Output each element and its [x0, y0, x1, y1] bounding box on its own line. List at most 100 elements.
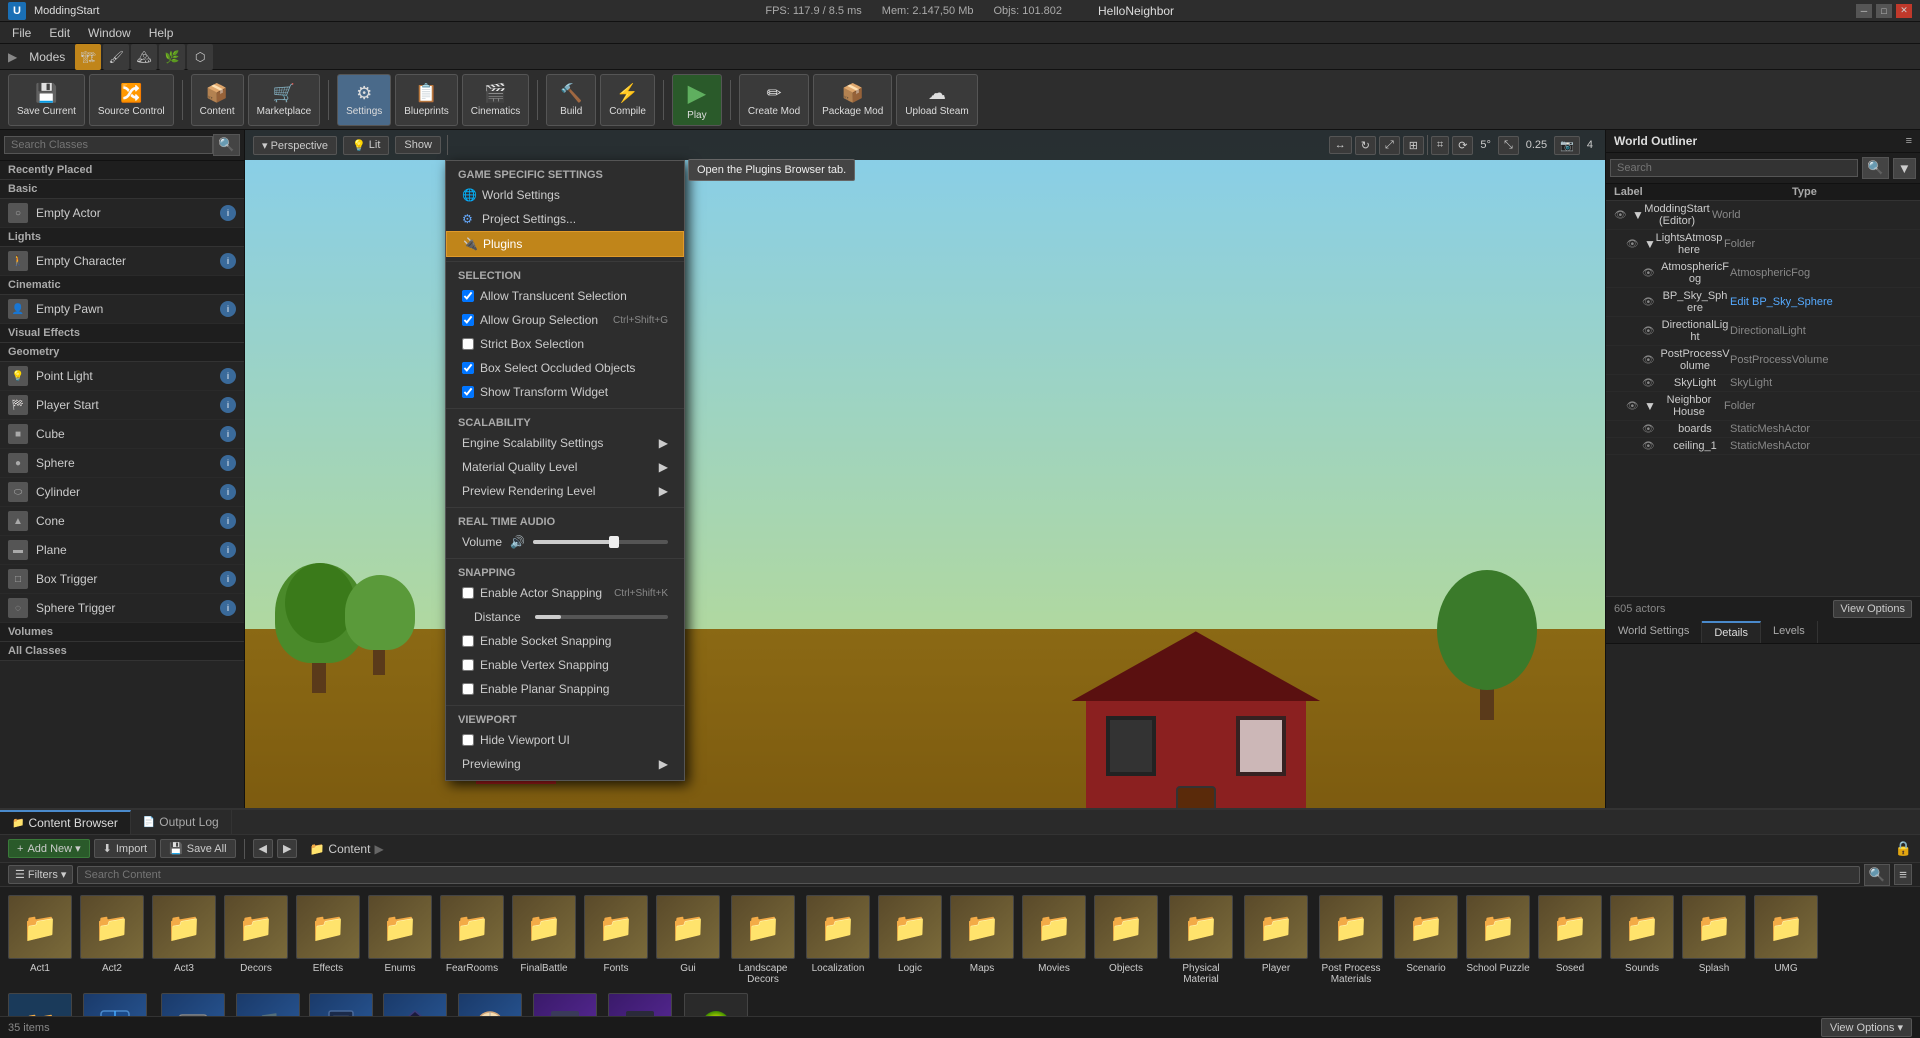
- outliner-atmospheric-fog[interactable]: 👁 AtmosphericFog AtmosphericFog: [1606, 259, 1920, 288]
- empty-actor-item[interactable]: ○ Empty Actor i: [0, 199, 244, 228]
- enable-socket-checkbox[interactable]: [462, 635, 474, 647]
- engine-scalability-item[interactable]: Engine Scalability Settings▶: [446, 431, 684, 455]
- bp-game-mode-item[interactable]: BP_Game Mode: [158, 993, 228, 1016]
- content-search-input[interactable]: [77, 866, 1859, 884]
- maximize-button[interactable]: □: [1876, 4, 1892, 18]
- show-transform-item[interactable]: Show Transform Widget: [446, 380, 684, 404]
- box-select-occluded-checkbox[interactable]: [462, 362, 474, 374]
- snap-rotate-button[interactable]: ⟳: [1452, 136, 1473, 155]
- point-light-item[interactable]: 💡 Point Light i: [0, 362, 244, 391]
- allow-group-item[interactable]: Allow Group Selection Ctrl+Shift+G: [446, 308, 684, 332]
- sphere-info[interactable]: i: [220, 455, 236, 471]
- folder-fearrooms[interactable]: 📁 FearRooms: [440, 895, 504, 974]
- outliner-search-button[interactable]: 🔍: [1862, 157, 1889, 179]
- create-mod-button[interactable]: ✏ Create Mod: [739, 74, 809, 126]
- outliner-boards[interactable]: 👁 boards StaticMeshActor: [1606, 421, 1920, 438]
- outliner-lights-atmosphere[interactable]: 👁 ▼ LightsAtmosphere Folder: [1606, 230, 1920, 259]
- folder-umg[interactable]: 📁 UMG: [1754, 895, 1818, 974]
- upload-steam-button[interactable]: ☁ Upload Steam: [896, 74, 977, 126]
- outliner-options-button[interactable]: ≡: [1906, 135, 1912, 147]
- enable-actor-checkbox[interactable]: [462, 587, 474, 599]
- details-tab[interactable]: Details: [1702, 621, 1761, 643]
- translate-button[interactable]: ↔: [1329, 136, 1352, 154]
- folder-act2[interactable]: 📁 Act2: [80, 895, 144, 974]
- source-control-button[interactable]: 🔀 Source Control: [89, 74, 174, 126]
- m-portal-item[interactable]: M M_Portal: [533, 993, 597, 1016]
- player-start-info[interactable]: i: [220, 397, 236, 413]
- folder-maps[interactable]: 📁 Maps: [950, 895, 1014, 974]
- allow-translucent-item[interactable]: Allow Translucent Selection: [446, 284, 684, 308]
- folder-landscape-decors[interactable]: 📁 Landscape Decors: [728, 895, 798, 985]
- geometry-mode-btn[interactable]: ⬡: [187, 44, 213, 70]
- outliner-post-process[interactable]: 👁 PostProcessVolume PostProcessVolume: [1606, 346, 1920, 375]
- empty-character-item[interactable]: 🚶 Empty Character i: [0, 247, 244, 276]
- outliner-bp-sky-sphere[interactable]: 👁 BP_Sky_Sphere Edit BP_Sky_Sphere: [1606, 288, 1920, 317]
- window-controls[interactable]: ─ □ ✕: [1856, 4, 1912, 18]
- search-classes-input[interactable]: [4, 136, 213, 154]
- save-current-button[interactable]: 💾 Save Current: [8, 74, 85, 126]
- play-button[interactable]: ▶ Play: [672, 74, 722, 126]
- folder-movies[interactable]: 📁 Movies: [1022, 895, 1086, 974]
- scale-button[interactable]: ⤢: [1379, 136, 1400, 155]
- folder-localization[interactable]: 📁 Localization: [806, 895, 870, 974]
- m-post-process-fear-item[interactable]: MPP M_Post Process Fear: [605, 993, 675, 1016]
- plugins-item[interactable]: 🔌 Plugins: [446, 231, 684, 257]
- outliner-directional-light[interactable]: 👁 DirectionalLight DirectionalLight: [1606, 317, 1920, 346]
- strict-box-checkbox[interactable]: [462, 338, 474, 350]
- folder-gui[interactable]: 📁 Gui: [656, 895, 720, 974]
- lights-category[interactable]: Lights: [0, 228, 244, 247]
- enable-planar-item[interactable]: Enable Planar Snapping: [446, 677, 684, 701]
- breadcrumb-content[interactable]: Content: [328, 842, 370, 856]
- marketplace-button[interactable]: 🛒 Marketplace: [248, 74, 320, 126]
- folder-enums[interactable]: 📁 Enums: [368, 895, 432, 974]
- project-settings-item[interactable]: ⚙ Project Settings...: [446, 207, 684, 231]
- folder-effects[interactable]: 📁 Effects: [296, 895, 360, 974]
- empty-actor-info[interactable]: i: [220, 205, 236, 221]
- levels-tab[interactable]: Levels: [1761, 621, 1818, 643]
- search-icon-button[interactable]: 🔍: [1864, 864, 1891, 886]
- box-select-occluded-item[interactable]: Box Select Occluded Objects: [446, 356, 684, 380]
- material-quality-item[interactable]: Material Quality Level▶: [446, 455, 684, 479]
- folder-scenario[interactable]: 📁 Scenario: [1394, 895, 1458, 974]
- show-button[interactable]: Show: [395, 136, 441, 154]
- import-button[interactable]: ⬇ Import: [94, 839, 156, 858]
- cone-info[interactable]: i: [220, 513, 236, 529]
- modes-button[interactable]: Modes: [23, 48, 71, 66]
- cube-item[interactable]: ■ Cube i: [0, 420, 244, 449]
- enable-vertex-checkbox[interactable]: [462, 659, 474, 671]
- folder-act1[interactable]: 📁 Act1: [8, 895, 72, 974]
- folder-logic[interactable]: 📁 Logic: [878, 895, 942, 974]
- folder-sosed[interactable]: 📁 Sosed: [1538, 895, 1602, 974]
- outliner-filter-button[interactable]: ▼: [1893, 158, 1916, 179]
- output-log-tab[interactable]: 📄 Output Log: [131, 810, 232, 834]
- player-start-item[interactable]: 🏁 Player Start i: [0, 391, 244, 420]
- enable-planar-checkbox[interactable]: [462, 683, 474, 695]
- allow-translucent-checkbox[interactable]: [462, 290, 474, 302]
- all-classes-category[interactable]: All Classes: [0, 642, 244, 661]
- minimize-button[interactable]: ─: [1856, 4, 1872, 18]
- basic-category[interactable]: Basic: [0, 180, 244, 199]
- save-all-button[interactable]: 💾 Save All: [160, 839, 235, 858]
- sphere-trigger-item[interactable]: ◌ Sphere Trigger i: [0, 594, 244, 623]
- menu-help[interactable]: Help: [141, 24, 182, 42]
- menu-edit[interactable]: Edit: [41, 24, 78, 42]
- content-browser-tab[interactable]: 📁 Content Browser: [0, 810, 131, 834]
- box-trigger-info[interactable]: i: [220, 571, 236, 587]
- search-classes-button[interactable]: 🔍: [213, 134, 240, 156]
- sphere-item[interactable]: ● Sphere i: [0, 449, 244, 478]
- enable-socket-item[interactable]: Enable Socket Snapping: [446, 629, 684, 653]
- outliner-modding-start[interactable]: 👁 ▼ ModdingStart (Editor) World: [1606, 201, 1920, 230]
- content-view-options-button[interactable]: View Options ▾: [1821, 1018, 1912, 1037]
- mf-chromatic-item[interactable]: MF_Chromatic: [683, 993, 749, 1016]
- folder-physical-material[interactable]: 📁 Physical Material: [1166, 895, 1236, 985]
- bp-sky-sphereex-item[interactable]: BP_Sky SphereEx: [455, 993, 525, 1016]
- plane-item[interactable]: ▬ Plane i: [0, 536, 244, 565]
- volumes-category[interactable]: Volumes: [0, 623, 244, 642]
- nav-back-button[interactable]: ◀: [253, 839, 273, 858]
- enable-actor-snapping-item[interactable]: Enable Actor Snapping Ctrl+Shift+K: [446, 581, 684, 605]
- foliage-mode-btn[interactable]: 🌿: [159, 44, 185, 70]
- strict-box-item[interactable]: Strict Box Selection: [446, 332, 684, 356]
- bp-portal-wall-item[interactable]: BP_Portal Wall: [308, 993, 375, 1016]
- bp-room-item[interactable]: BP_Room: [383, 993, 447, 1016]
- show-transform-checkbox[interactable]: [462, 386, 474, 398]
